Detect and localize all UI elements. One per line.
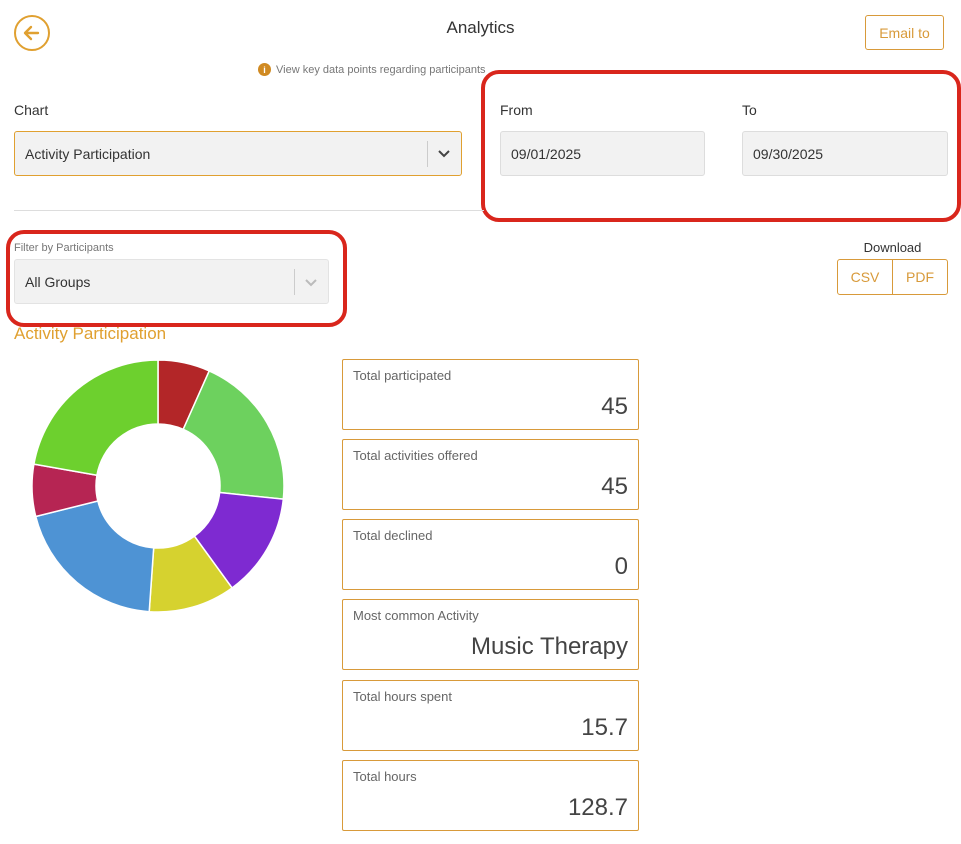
- stat-label: Total hours spent: [353, 689, 453, 704]
- page-title: Analytics: [446, 18, 515, 37]
- from-date-input[interactable]: 09/01/2025: [500, 131, 705, 176]
- donut-chart: [31, 359, 285, 613]
- section-title: Activity Participation: [14, 324, 167, 343]
- donut-slice[interactable]: [33, 359, 159, 477]
- stat-card: Total activities offered 45: [342, 439, 639, 510]
- divider: [14, 210, 484, 211]
- csv-button[interactable]: CSV: [837, 259, 893, 295]
- stat-card: Total declined 0: [342, 519, 639, 590]
- stat-label: Total participated: [353, 368, 452, 383]
- to-date-input[interactable]: 09/30/2025: [742, 131, 948, 176]
- info-message: View key data points regarding participa…: [276, 63, 486, 76]
- stat-card: Total hours spent 15.7: [342, 680, 639, 751]
- stat-card: Most common Activity Music Therapy: [342, 599, 639, 670]
- stat-label: Total hours: [353, 769, 417, 784]
- stat-card: Total participated 45: [342, 359, 639, 430]
- chart-select[interactable]: Activity Participation: [14, 131, 462, 176]
- filter-select[interactable]: All Groups: [14, 259, 329, 304]
- stat-value: 15.7: [581, 714, 628, 741]
- stat-label: Most common Activity: [353, 608, 479, 623]
- stat-value: 45: [601, 473, 628, 500]
- stat-label: Total declined: [353, 528, 433, 543]
- chart-label: Chart: [14, 102, 49, 118]
- from-label: From: [500, 102, 533, 118]
- to-label: To: [742, 102, 757, 118]
- donut-slice[interactable]: [34, 500, 155, 613]
- chevron-down-icon: [438, 150, 450, 158]
- download-label: Download: [863, 240, 922, 255]
- filter-label: Filter by Participants: [14, 242, 114, 254]
- stat-value: 0: [614, 553, 628, 580]
- chevron-down-icon: [305, 279, 317, 287]
- stat-card: Total hours 128.7: [342, 760, 639, 831]
- pdf-button[interactable]: PDF: [892, 259, 948, 295]
- chart-select-value: Activity Participation: [25, 145, 151, 162]
- email-to-button[interactable]: Email to: [865, 15, 944, 50]
- stat-value: 128.7: [567, 794, 628, 821]
- stat-value: 45: [601, 393, 628, 420]
- info-text: i View key data points regarding particip…: [258, 63, 486, 76]
- stat-value: Music Therapy: [471, 633, 628, 660]
- filter-select-value: All Groups: [25, 273, 91, 290]
- info-icon: i: [258, 63, 271, 76]
- stat-label: Total activities offered: [353, 448, 478, 463]
